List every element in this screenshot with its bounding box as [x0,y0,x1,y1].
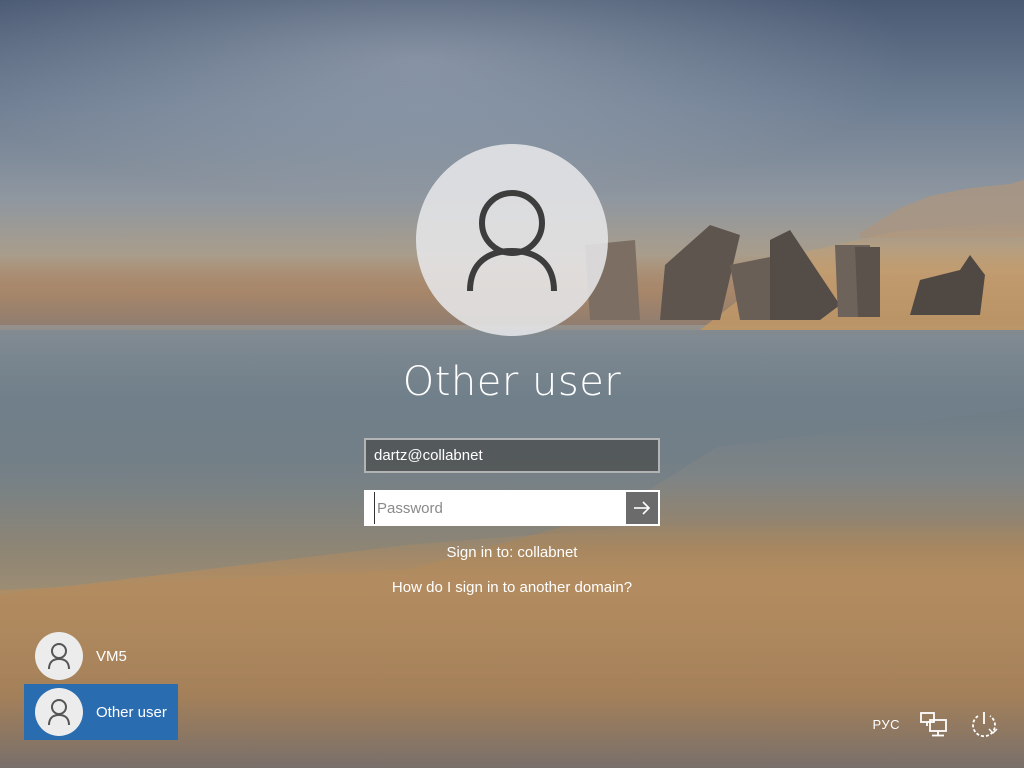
password-input[interactable] [374,492,626,524]
network-icon [920,712,947,737]
domain-help-link[interactable]: How do I sign in to another domain? [312,577,712,599]
arrow-right-icon [634,501,651,515]
submit-button[interactable] [626,492,658,524]
username-field[interactable]: dartz@collabnet [364,438,660,473]
user-tile-other-user[interactable]: Other user [24,684,178,740]
user-tile-vm5[interactable]: VM5 [24,628,178,684]
power-button[interactable] [968,708,1000,740]
password-field-container [364,490,660,526]
user-tile-label: VM5 [96,647,127,665]
input-language-indicator[interactable]: РУС [872,717,900,732]
user-icon [48,699,70,726]
user-avatar-large [416,144,608,336]
page-title: Other user [402,359,622,405]
user-icon [48,643,70,670]
user-icon [467,190,557,292]
network-button[interactable] [918,708,950,740]
sign-in-domain-text: Sign in to: collabnet [446,544,578,561]
user-tile-label: Other user [96,703,167,721]
power-icon [972,712,998,738]
user-list: VM5 Other user [24,628,178,740]
avatar [35,688,83,736]
status-bar: РУС [872,708,1000,740]
lock-screen: Other user dartz@collabnet Sign in to: c… [0,0,1024,768]
avatar [35,632,83,680]
